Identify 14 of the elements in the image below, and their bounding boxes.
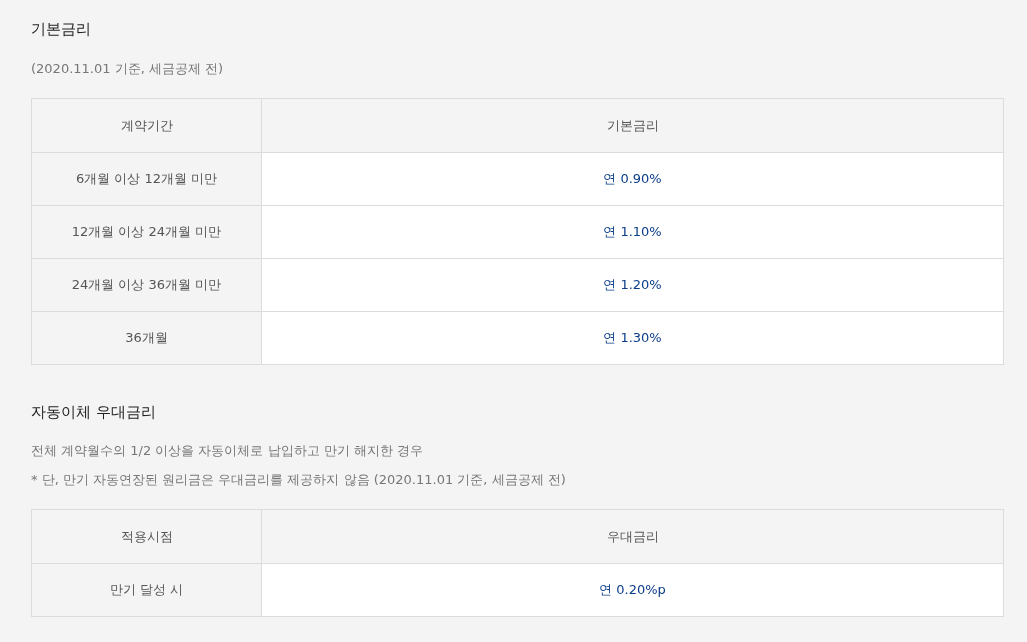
- column-header: 기본금리: [605, 116, 660, 135]
- note-text: (2020.11.01 기준, 세금공제 전): [31, 60, 224, 78]
- column-header: 우대금리: [605, 527, 660, 546]
- table-cell: 36개월: [32, 312, 262, 364]
- table-cell: 12개월 이상 24개월 미만: [32, 206, 262, 258]
- table-cell: 6개월 이상 12개월 미만: [32, 153, 262, 205]
- column-header: 계약기간: [32, 99, 262, 152]
- section-title: 자동이체 우대금리: [31, 402, 156, 423]
- table-cell: 만기 달성 시: [32, 564, 262, 616]
- table-cell: 24개월 이상 36개월 미만: [32, 259, 262, 311]
- column-header: 적용시점: [32, 510, 262, 563]
- note-text: * 단, 만기 자동연장된 원리금은 우대금리를 제공하지 않음 (2020.11.01 기준, 세금공제 전): [31, 471, 566, 489]
- note-text: 전체 계약월수의 1/2 이상을 자동이체로 납입하고 만기 해지한 경우: [31, 442, 423, 460]
- section-title: 기본금리: [31, 19, 91, 40]
